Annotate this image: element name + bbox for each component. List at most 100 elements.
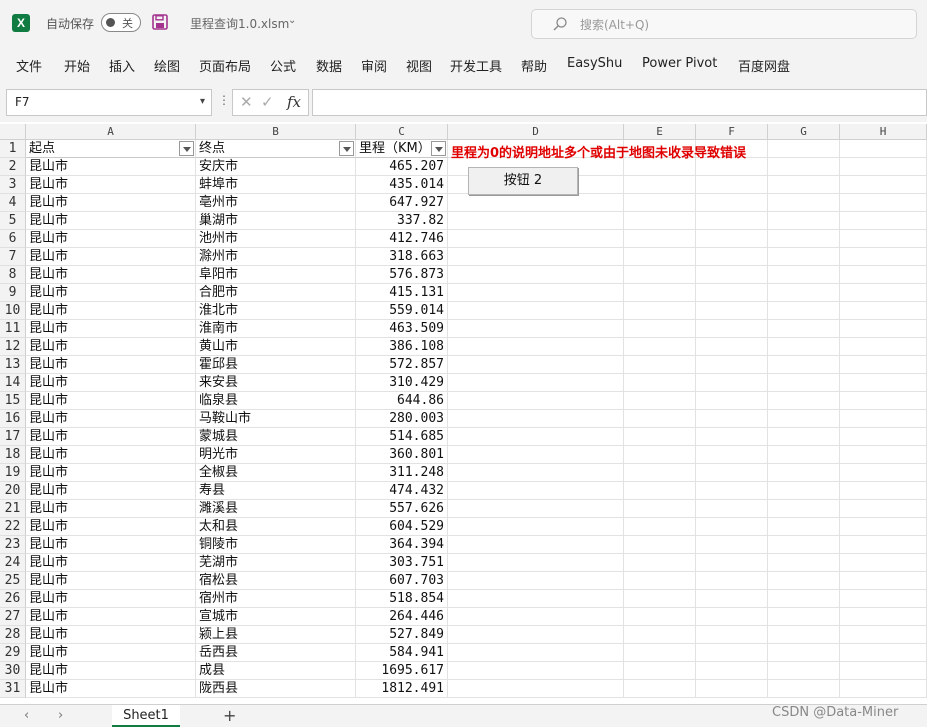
col-header-h[interactable]: H — [840, 124, 927, 140]
cell-f[interactable] — [696, 662, 768, 680]
cell-g[interactable] — [768, 428, 840, 446]
cell-h[interactable] — [840, 248, 927, 266]
row-header[interactable]: 21 — [0, 500, 26, 518]
cell-d[interactable] — [448, 230, 624, 248]
cell-d[interactable] — [448, 608, 624, 626]
cell-a[interactable]: 昆山市 — [26, 158, 196, 176]
row-header[interactable]: 6 — [0, 230, 26, 248]
cell-d[interactable] — [448, 392, 624, 410]
cell-e[interactable] — [624, 212, 696, 230]
cell-b[interactable]: 宣城市 — [196, 608, 356, 626]
cell-f[interactable] — [696, 230, 768, 248]
filter-dropdown-icon[interactable] — [339, 141, 354, 156]
cell-h[interactable] — [840, 140, 927, 158]
col-header-g[interactable]: G — [768, 124, 840, 140]
cell-h[interactable] — [840, 176, 927, 194]
cell-c[interactable]: 264.446 — [356, 608, 448, 626]
row-header[interactable]: 3 — [0, 176, 26, 194]
cell-e[interactable] — [624, 554, 696, 572]
cell-e[interactable] — [624, 284, 696, 302]
tab-power-pivot[interactable]: Power Pivot — [642, 56, 717, 71]
filter-dropdown-icon[interactable] — [431, 141, 446, 156]
cell-d[interactable] — [448, 572, 624, 590]
name-box[interactable]: F7 ▾ — [6, 89, 212, 116]
cell-a[interactable]: 昆山市 — [26, 554, 196, 572]
cell-c[interactable]: 607.703 — [356, 572, 448, 590]
cell-g[interactable] — [768, 140, 840, 158]
cell-g[interactable] — [768, 464, 840, 482]
col-header-f[interactable]: F — [696, 124, 768, 140]
cell-c[interactable]: 514.685 — [356, 428, 448, 446]
cell-d[interactable] — [448, 590, 624, 608]
cell-d[interactable] — [448, 320, 624, 338]
select-all-corner[interactable] — [0, 124, 26, 140]
cell-e[interactable] — [624, 680, 696, 698]
cell-h[interactable] — [840, 374, 927, 392]
row-header[interactable]: 26 — [0, 590, 26, 608]
cell-e[interactable] — [624, 302, 696, 320]
tab-page-layout[interactable]: 页面布局 — [199, 56, 251, 75]
cell-f[interactable] — [696, 176, 768, 194]
tab-formulas[interactable]: 公式 — [270, 56, 296, 75]
cell-b[interactable]: 全椒县 — [196, 464, 356, 482]
cell-c[interactable]: 303.751 — [356, 554, 448, 572]
cell-e[interactable] — [624, 338, 696, 356]
cell-b[interactable]: 蚌埠市 — [196, 176, 356, 194]
tab-review[interactable]: 审阅 — [361, 56, 387, 75]
cell-h[interactable] — [840, 284, 927, 302]
cell-a[interactable]: 昆山市 — [26, 608, 196, 626]
row-header[interactable]: 11 — [0, 320, 26, 338]
cell-a[interactable]: 昆山市 — [26, 338, 196, 356]
cell-a[interactable]: 昆山市 — [26, 482, 196, 500]
cell-b[interactable]: 濉溪县 — [196, 500, 356, 518]
cell-g[interactable] — [768, 284, 840, 302]
row-header[interactable]: 2 — [0, 158, 26, 176]
cell-f[interactable] — [696, 464, 768, 482]
cell-c[interactable]: 463.509 — [356, 320, 448, 338]
cell-d[interactable] — [448, 680, 624, 698]
cell-g[interactable] — [768, 626, 840, 644]
cell-e[interactable] — [624, 464, 696, 482]
cell-e[interactable] — [624, 608, 696, 626]
row-header[interactable]: 28 — [0, 626, 26, 644]
tab-draw[interactable]: 绘图 — [154, 56, 180, 75]
row-header[interactable]: 22 — [0, 518, 26, 536]
cell-h[interactable] — [840, 410, 927, 428]
cell-g[interactable] — [768, 176, 840, 194]
row-header[interactable]: 27 — [0, 608, 26, 626]
row-header[interactable]: 16 — [0, 410, 26, 428]
cell-g[interactable] — [768, 644, 840, 662]
cell-h[interactable] — [840, 158, 927, 176]
cell-b[interactable]: 淮南市 — [196, 320, 356, 338]
cell-h[interactable] — [840, 608, 927, 626]
cell-h[interactable] — [840, 554, 927, 572]
add-sheet-button[interactable]: + — [223, 706, 236, 725]
tab-data[interactable]: 数据 — [316, 56, 342, 75]
row-header[interactable]: 8 — [0, 266, 26, 284]
col-header-e[interactable]: E — [624, 124, 696, 140]
cell-c[interactable]: 576.873 — [356, 266, 448, 284]
cell-c[interactable]: 318.663 — [356, 248, 448, 266]
cell-f[interactable] — [696, 392, 768, 410]
tab-developer[interactable]: 开发工具 — [450, 56, 502, 75]
prev-sheet-icon[interactable]: ‹ — [24, 708, 29, 723]
cell-h[interactable] — [840, 212, 927, 230]
cell-a[interactable]: 昆山市 — [26, 644, 196, 662]
cell-d[interactable] — [448, 662, 624, 680]
cell-g[interactable] — [768, 500, 840, 518]
cell-e[interactable] — [624, 662, 696, 680]
cell-e[interactable] — [624, 410, 696, 428]
cell-h[interactable] — [840, 644, 927, 662]
cell-d[interactable] — [448, 374, 624, 392]
cell-c[interactable]: 647.927 — [356, 194, 448, 212]
cell-c[interactable]: 360.801 — [356, 446, 448, 464]
cell-a[interactable]: 昆山市 — [26, 626, 196, 644]
cell-c[interactable]: 557.626 — [356, 500, 448, 518]
cell-c[interactable]: 474.432 — [356, 482, 448, 500]
cell-c[interactable]: 里程（KM） — [356, 140, 448, 158]
cell-b[interactable]: 颍上县 — [196, 626, 356, 644]
cell-c[interactable]: 435.014 — [356, 176, 448, 194]
col-header-c[interactable]: C — [356, 124, 448, 140]
cell-b[interactable]: 明光市 — [196, 446, 356, 464]
cell-e[interactable] — [624, 482, 696, 500]
